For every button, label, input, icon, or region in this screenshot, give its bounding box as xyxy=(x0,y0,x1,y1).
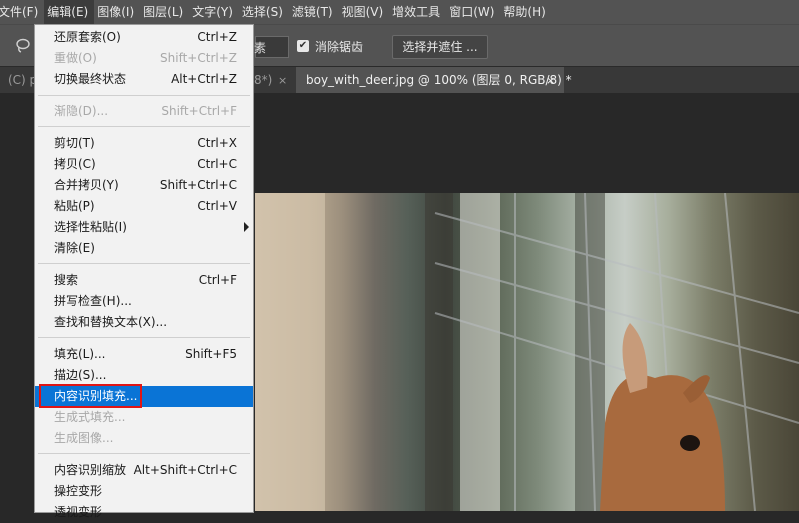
menu-item-toggle-last-state[interactable]: 切换最终状态 Alt+Ctrl+Z xyxy=(35,69,253,90)
document-image[interactable] xyxy=(255,193,799,511)
menu-item-generate-image: 生成图像... xyxy=(54,431,114,445)
menu-item-stroke[interactable]: 描边(S)... xyxy=(35,365,253,386)
menu-item-undo-lasso[interactable]: 还原套索(O) Ctrl+Z xyxy=(35,27,253,48)
menu-separator xyxy=(38,337,250,338)
menu-separator xyxy=(38,263,250,264)
menu-item-puppet-warp[interactable]: 操控变形 xyxy=(35,481,253,502)
menu-window[interactable]: 窗口(W) xyxy=(446,0,500,24)
menu-select[interactable]: 选择(S) xyxy=(239,0,289,24)
submenu-arrow-icon xyxy=(244,222,249,232)
close-icon[interactable]: × xyxy=(546,67,555,94)
menu-item-paste[interactable]: 粘贴(P) Ctrl+V xyxy=(35,196,253,217)
menu-type[interactable]: 文字(Y) xyxy=(189,0,239,24)
menu-separator xyxy=(38,95,250,96)
menu-layer[interactable]: 图层(L) xyxy=(140,0,189,24)
annotation-highlight-box xyxy=(39,384,142,408)
feather-label: 素 xyxy=(254,41,267,55)
menu-item-perspective-warp[interactable]: 透视变形 xyxy=(35,502,253,523)
menu-item-redo: 重做(O) Shift+Ctrl+Z xyxy=(54,51,237,65)
anti-alias-label: 消除锯齿 xyxy=(315,40,364,54)
menu-separator xyxy=(38,453,250,454)
menu-item-fill[interactable]: 填充(L)... Shift+F5 xyxy=(35,344,253,365)
menu-filter[interactable]: 滤镜(T) xyxy=(289,0,339,24)
tab-label: boy_with_deer.jpg @ 100% (图层 0, RGB/8) * xyxy=(306,73,572,87)
lasso-icon[interactable] xyxy=(14,37,32,55)
menu-image[interactable]: 图像(I) xyxy=(94,0,140,24)
menu-separator xyxy=(38,126,250,127)
menu-item-clear[interactable]: 清除(E) xyxy=(35,238,253,259)
tab-label-tail: 8*) xyxy=(254,73,273,87)
menu-item-find-replace[interactable]: 查找和替换文本(X)... xyxy=(35,312,253,333)
menu-item-fade: 渐隐(D)... Shift+Ctrl+F xyxy=(54,104,237,118)
menu-item-generative-fill: 生成式填充... xyxy=(54,410,126,424)
close-icon[interactable]: × xyxy=(278,67,287,94)
menu-plugins[interactable]: 增效工具 xyxy=(389,0,446,24)
menu-view[interactable]: 视图(V) xyxy=(339,0,390,24)
tab-document-2[interactable]: boy_with_deer.jpg @ 100% (图层 0, RGB/8) *… xyxy=(296,67,572,94)
menu-item-copy-merged[interactable]: 合并拷贝(Y) Shift+Ctrl+C xyxy=(35,175,253,196)
menu-help[interactable]: 帮助(H) xyxy=(500,0,551,24)
menu-edit[interactable]: 编辑(E) xyxy=(44,0,95,24)
edit-dropdown-menu: 还原套索(O) Ctrl+Z 重做(O) Shift+Ctrl+Z 切换最终状态 Al… xyxy=(34,24,254,519)
tab-label: (C) p xyxy=(8,73,38,87)
menu-item-copy[interactable]: 拷贝(C) Ctrl+C xyxy=(35,154,253,175)
menu-item-paste-special[interactable]: 选择性粘贴(I) xyxy=(35,217,253,238)
anti-alias-checkbox[interactable]: ✔ xyxy=(297,40,309,52)
menu-item-search[interactable]: 搜索 Ctrl+F xyxy=(35,270,253,291)
menu-item-cut[interactable]: 剪切(T) Ctrl+X xyxy=(35,133,253,154)
menu-item-spell-check[interactable]: 拼写检查(H)... xyxy=(35,291,253,312)
menu-bar: 文件(F) 编辑(E) 图像(I) 图层(L) 文字(Y) 选择(S) 滤镜(T… xyxy=(0,0,799,24)
select-and-mask-button[interactable]: 选择并遮住 ... xyxy=(392,35,488,59)
menu-file[interactable]: 文件(F) xyxy=(0,0,44,24)
menu-item-content-aware-scale[interactable]: 内容识别缩放 Alt+Shift+Ctrl+C xyxy=(35,460,253,481)
